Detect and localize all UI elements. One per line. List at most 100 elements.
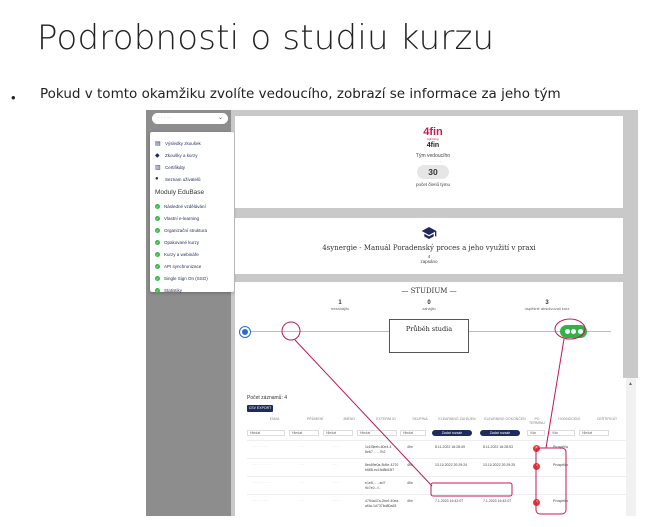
filter-external-id[interactable]: Hledat bbox=[357, 430, 397, 436]
module-item[interactable]: ✓ Kurzy a webináře bbox=[155, 248, 229, 260]
cell-started: 7.1.2023 16:42:07 bbox=[435, 499, 464, 503]
cell-name: · · · · bbox=[333, 499, 341, 503]
date-range-end-button[interactable]: Zadat rozsah bbox=[480, 430, 520, 436]
sidebar-item-results[interactable]: ▤ Výsledky zkoušek bbox=[155, 137, 229, 149]
check-icon: ✓ bbox=[155, 287, 160, 293]
filter-name[interactable]: Hledat bbox=[323, 430, 353, 436]
cell-surname: · · · bbox=[299, 499, 305, 503]
table-row[interactable]: · · · · · · · · · · · · · · 4794a47a-2bc… bbox=[247, 494, 627, 511]
sidebar-item-label: Zkoušky a kurzy bbox=[165, 152, 198, 158]
filter-overdue-select[interactable]: Vše bbox=[527, 430, 545, 436]
filter-group[interactable]: Hledat bbox=[400, 430, 426, 436]
user-select-value: · · · · · bbox=[158, 115, 172, 121]
col-group[interactable]: SKUPINA bbox=[405, 417, 435, 421]
module-label: Vlastní e-learning bbox=[164, 215, 200, 221]
records-card: Počet záznamů: 4 CSV EXPORT EMAIL PŘÍJME… bbox=[235, 378, 638, 516]
cell-external-id: e1e6... ...ed7 bbox=[365, 481, 386, 485]
module-label: Kurzy a webináře bbox=[164, 251, 199, 257]
module-item[interactable]: ✓ Opakované kurzy bbox=[155, 236, 229, 248]
date-range-start-button[interactable]: Zadat rozsah bbox=[432, 430, 472, 436]
col-started[interactable]: ELEARNING ZAHÁJEN bbox=[435, 417, 479, 421]
cell-rating: Prospěl/a bbox=[553, 463, 568, 467]
filter-certificate[interactable]: Hledat bbox=[579, 430, 609, 436]
module-item[interactable]: ✓ Vlastní e-learning bbox=[155, 212, 229, 224]
filter-row: Hledat Hledat Hledat Hledat Hledat Zadat… bbox=[247, 430, 627, 437]
cell-started: 8.11.2022 16:28:49 bbox=[435, 445, 465, 449]
bullet-icon: • bbox=[11, 90, 16, 105]
module-item[interactable]: ✓ Následné vzdělávání bbox=[155, 200, 229, 212]
document-icon: ▤ bbox=[155, 140, 161, 147]
progress-end-dots[interactable] bbox=[560, 325, 587, 338]
cell-group: 4fin bbox=[407, 499, 413, 503]
stat-label: nezahájilo bbox=[330, 306, 349, 311]
scroll-up-icon[interactable]: ▲ bbox=[628, 381, 633, 387]
cell-external-id-2: 9c7e0...f... bbox=[365, 486, 382, 490]
check-icon: ✓ bbox=[155, 215, 160, 221]
col-external-id[interactable]: EXTERNÍ ID bbox=[363, 417, 409, 421]
graduation-cap-icon: ◆ bbox=[155, 152, 160, 159]
col-email[interactable]: EMAIL bbox=[255, 417, 295, 421]
table-row[interactable]: · · · · · · · · · · · · · · · 8ec89e0a-5… bbox=[247, 458, 627, 475]
col-overdue[interactable]: PO TERMÍNU bbox=[527, 417, 547, 425]
filter-surname[interactable]: Hledat bbox=[289, 430, 319, 436]
cell-email: · · · · · · · · · bbox=[253, 481, 272, 485]
stat-completed: 3 úspěšně absolvovali kurz bbox=[502, 300, 592, 311]
studium-card: — STUDIUM — 1 nezahájilo 0 zahájilo 3 úspěš… bbox=[235, 282, 623, 378]
filter-rating-select[interactable]: Vše bbox=[549, 430, 575, 436]
col-rating[interactable]: HODNOCENÍ bbox=[549, 417, 589, 421]
cell-name: · · · · bbox=[333, 445, 341, 449]
cell-email: · · · · · · · · · bbox=[253, 463, 272, 467]
overdue-x-icon: × bbox=[533, 445, 540, 452]
user-icon: ● bbox=[155, 176, 159, 182]
sidebar-menu: ▤ Výsledky zkoušek ◆ Zkoušky a kurzy ▥ Cert… bbox=[150, 132, 234, 293]
module-label: Následné vzdělávání bbox=[164, 203, 206, 209]
course-enrolled-label: zapsáno bbox=[420, 259, 438, 264]
cell-name: · · · · bbox=[333, 481, 341, 485]
table-row[interactable]: · · · · · · · · · · · · · · 1c1f3eeb-60e… bbox=[247, 440, 627, 457]
check-icon: ✓ bbox=[155, 275, 160, 281]
course-title: 4synergie - Manuál Poradenský proces a j… bbox=[322, 244, 536, 252]
sidebar-item-certificates[interactable]: ▥ Certifikáty bbox=[155, 161, 229, 173]
cell-finished: 7.1.2023 16:42:07 bbox=[483, 499, 512, 503]
filter-email[interactable]: Hledat bbox=[247, 430, 285, 436]
overdue-x-icon: × bbox=[533, 463, 540, 470]
team-count-label: počet členů týmu bbox=[415, 182, 451, 187]
course-card: 4synergie - Manuál Poradenský proces a j… bbox=[235, 218, 623, 274]
cell-group: 4fin bbox=[407, 445, 413, 449]
sidebar-item-users[interactable]: ● Seznam uživatelů bbox=[155, 173, 229, 185]
user-select[interactable]: · · · · · ⌄ bbox=[152, 113, 228, 124]
cell-rating: Prospěl/a bbox=[553, 499, 568, 503]
graduation-cap-icon bbox=[421, 227, 437, 239]
cell-finished: 8.11.2022 16:28:53 bbox=[483, 445, 513, 449]
slide-title: Podrobnosti o studiu kurzu bbox=[37, 18, 495, 58]
cell-name: · · · bbox=[333, 463, 339, 467]
team-card: 4fin lightning 4fin Tým vedoucího · · · … bbox=[235, 116, 623, 208]
table-row[interactable]: · · · · · · · · · · · · · · · · e1e6... … bbox=[247, 476, 627, 493]
module-item[interactable]: ✓ Statistiky bbox=[155, 284, 229, 296]
sidebar-item-courses[interactable]: ◆ Zkoušky a kurzy bbox=[155, 149, 229, 161]
chevron-down-icon: ⌄ bbox=[217, 115, 223, 121]
cell-rating: Prospěl/a bbox=[553, 445, 568, 449]
stat-label: úspěšně absolvovali kurz bbox=[524, 306, 570, 311]
logo-sub: lightning bbox=[427, 137, 439, 141]
team-count: 30 bbox=[417, 165, 449, 179]
cell-group: 4fin bbox=[407, 463, 413, 467]
cell-surname: · · · bbox=[299, 445, 305, 449]
overdue-x-icon: × bbox=[533, 499, 540, 506]
check-icon: ✓ bbox=[155, 227, 160, 233]
cell-external-id: 1c1f3eeb-60e4-4 bbox=[365, 445, 392, 449]
col-finished[interactable]: ELEARNING DOKONČEN bbox=[483, 417, 527, 421]
cell-surname: · · · bbox=[299, 463, 305, 467]
module-item[interactable]: ✓ Organizační struktura bbox=[155, 224, 229, 236]
progress-start-dot[interactable] bbox=[240, 327, 250, 337]
module-item[interactable]: ✓ Single Sign On (SSO) bbox=[155, 272, 229, 284]
col-certificate[interactable]: CERTIFIKÁT bbox=[587, 417, 627, 421]
cell-external-id-2: af4a-1d7376d80a63 bbox=[365, 504, 397, 508]
cell-external-id-2: b688-ec15d8b63f7 bbox=[365, 468, 395, 472]
scrollbar[interactable]: ▲ bbox=[626, 378, 636, 516]
module-item[interactable]: ✓ API synchronizace bbox=[155, 260, 229, 272]
csv-export-button[interactable]: CSV EXPORT bbox=[247, 405, 273, 412]
cell-external-id-2: 8e67... ...7b2 bbox=[365, 450, 386, 454]
cell-email: · · · · · · · bbox=[253, 445, 267, 449]
cell-group: 4fin bbox=[407, 481, 413, 485]
